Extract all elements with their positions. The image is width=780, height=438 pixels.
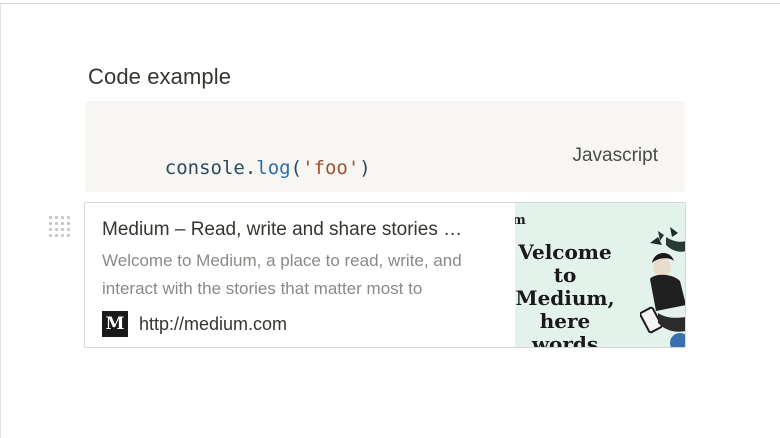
code-block[interactable]: console.log('foo') Javascript: [85, 101, 685, 192]
top-divider: [0, 3, 780, 4]
left-divider: [0, 4, 1, 438]
drag-handle-icon[interactable]: [49, 216, 71, 238]
bookmark-title: Medium – Read, write and share stories …: [102, 219, 463, 240]
code-line[interactable]: console.log('foo'): [119, 135, 371, 201]
section-heading: Code example: [88, 64, 232, 89]
bookmark-url-row: M http://medium.com: [102, 311, 287, 337]
code-token: ): [359, 157, 371, 179]
bookmark-url: http://medium.com: [139, 313, 288, 334]
thumbnail-corner-text: m: [515, 213, 526, 228]
medium-logo-icon: M: [102, 311, 128, 337]
code-token: .: [244, 157, 257, 179]
bookmark-description: Welcome to Medium, a place to read, writ…: [102, 251, 462, 298]
code-language-select[interactable]: Javascript: [572, 145, 658, 167]
thumbnail-headline: Velcome to Medium, here words matter.: [515, 240, 615, 348]
web-bookmark-card[interactable]: Medium – Read, write and share stories ……: [84, 202, 686, 348]
thumbnail-illustration: [640, 227, 685, 347]
code-token: (: [290, 157, 303, 179]
code-token: log: [256, 157, 291, 179]
bookmark-thumbnail: m Velcome to Medium, here words matter.: [515, 203, 685, 348]
code-token: 'foo': [302, 157, 360, 179]
code-token: console: [164, 157, 245, 179]
